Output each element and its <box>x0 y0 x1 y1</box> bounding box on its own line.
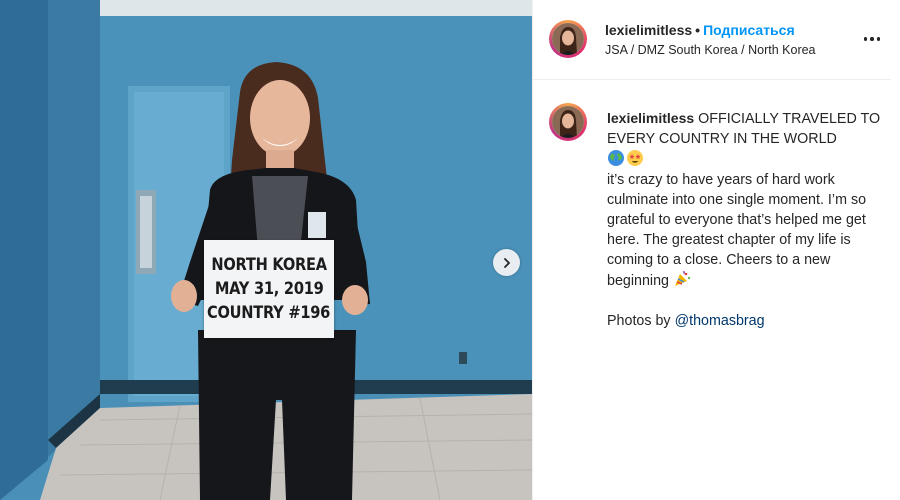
post-caption: lexielimitless OFFICIALLY TRAVELED TO EV… <box>607 108 889 331</box>
sign-line-2: MAY 31, 2019 <box>214 279 324 299</box>
post-photo[interactable]: NORTH KOREA MAY 31, 2019 COUNTRY #196 <box>0 0 532 500</box>
sign-line-3: COUNTRY #196 <box>207 303 331 323</box>
header-title-line: lexielimitless • Подписаться <box>605 22 795 38</box>
profile-photo <box>552 106 584 138</box>
credit-prefix: Photos by <box>607 313 671 329</box>
caption-body: it’s crazy to have years of hard work cu… <box>607 172 867 289</box>
more-dot <box>876 37 881 41</box>
star-struck-emoji-icon <box>627 150 643 166</box>
follow-button[interactable]: Подписаться <box>703 22 795 38</box>
globe-emoji-icon <box>608 150 624 166</box>
sign-line-1: NORTH KOREA <box>211 255 327 275</box>
mention-link[interactable]: @thomasbrag <box>675 313 765 329</box>
photo-credit: Photos by @thomasbrag <box>607 311 889 331</box>
caption-username-link[interactable]: lexielimitless <box>607 110 694 126</box>
handheld-sign: NORTH KOREA MAY 31, 2019 COUNTRY #196 <box>204 240 334 338</box>
next-photo-button[interactable] <box>493 249 520 276</box>
chevron-right-icon <box>503 257 510 268</box>
avatar[interactable] <box>549 20 587 58</box>
post-sidebar: lexielimitless • Подписаться JSA / DMZ Sou… <box>532 0 900 500</box>
party-popper-emoji-icon <box>675 271 691 286</box>
more-options-button[interactable] <box>860 31 884 47</box>
caption-text: lexielimitless OFFICIALLY TRAVELED TO EV… <box>607 108 889 291</box>
post-header: lexielimitless • Подписаться JSA / DMZ Sou… <box>533 0 891 80</box>
location-link[interactable]: JSA / DMZ South Korea / North Korea <box>605 43 816 57</box>
profile-photo <box>552 23 584 55</box>
more-dot <box>870 37 874 41</box>
header-username-link[interactable]: lexielimitless <box>605 22 692 38</box>
caption-avatar[interactable] <box>549 103 587 141</box>
separator-dot: • <box>695 22 701 38</box>
more-dot <box>863 37 868 41</box>
